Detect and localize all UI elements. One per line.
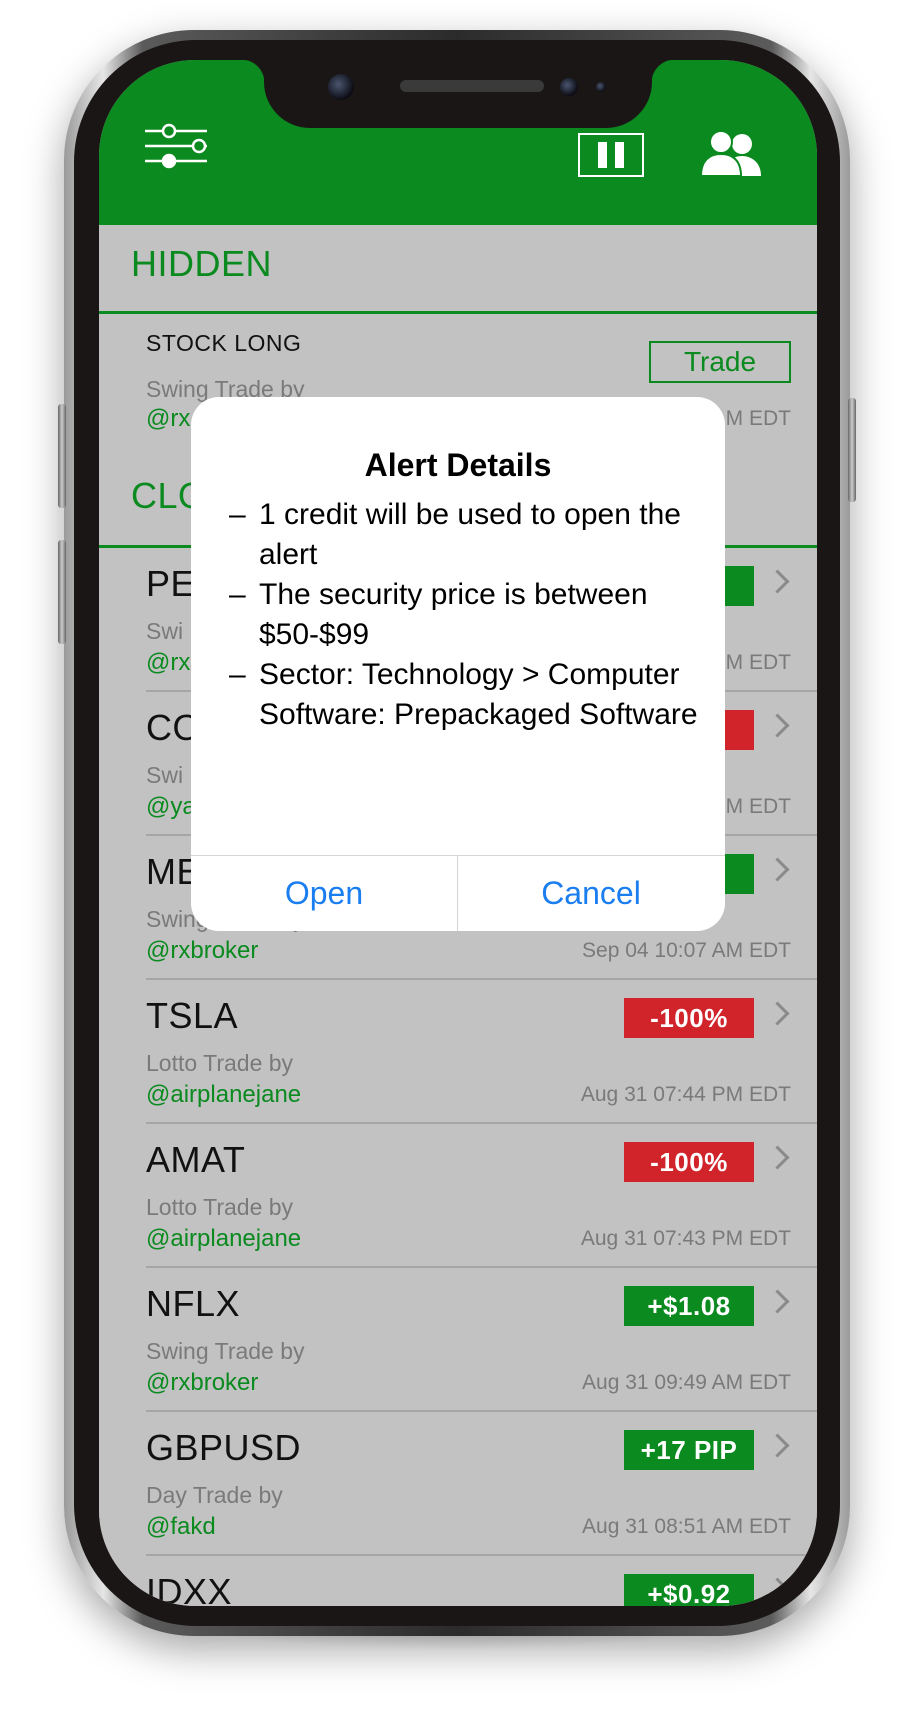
performance-badge: +$0.92 — [624, 1574, 754, 1606]
users-icon[interactable] — [699, 130, 765, 178]
alert-details-dialog: Alert Details 1 credit will be used to o… — [191, 397, 725, 931]
dialog-detail-item: 1 credit will be used to open the alert — [229, 495, 699, 575]
trade-by-label: Swi — [146, 618, 184, 644]
trade-by-label: Day Trade by — [146, 1482, 283, 1508]
cancel-button[interactable]: Cancel — [458, 856, 724, 931]
performance-badge: +$1.08 — [624, 1286, 754, 1326]
speaker-grille — [400, 80, 544, 92]
ticker-symbol: GBPUSD — [146, 1427, 302, 1468]
alert-date: Aug 31 07:44 PM EDT — [580, 1083, 791, 1106]
trade-by-label: Swi — [146, 762, 184, 788]
author-handle[interactable]: @ya — [146, 793, 196, 821]
performance-badge: -100% — [624, 1142, 754, 1182]
author-handle[interactable]: @airplanejane — [146, 1081, 301, 1109]
alert-row[interactable]: GBPUSD +17 PIP Day Trade by @fakd Aug 31 08:… — [99, 1412, 817, 1556]
alert-date: Sep 04 10:07 AM EDT — [582, 939, 791, 962]
author-handle[interactable]: @rxbroker — [146, 937, 258, 965]
open-button[interactable]: Open — [191, 856, 457, 931]
alert-date: Aug 31 08:51 AM EDT — [582, 1515, 791, 1538]
trade-by-label: Lotto Trade by — [146, 1194, 294, 1220]
chevron-right-icon — [765, 1289, 790, 1314]
sensor — [560, 78, 578, 96]
mute-switch — [58, 404, 66, 508]
performance-badge: -100% — [624, 998, 754, 1038]
author-handle[interactable]: @airplanejane — [146, 1225, 301, 1253]
chevron-right-icon — [765, 713, 790, 738]
alert-date: Aug 31 07:43 PM EDT — [580, 1227, 791, 1250]
screen: HIDDEN STOCK LONG Trade Swing Trade by @… — [99, 60, 817, 1606]
alert-date: M EDT — [725, 795, 791, 818]
chevron-right-icon — [765, 857, 790, 882]
alert-date: M EDT — [725, 407, 791, 430]
alert-date: M EDT — [725, 651, 791, 674]
dialog-detail-item: The security price is between $50-$99 — [229, 575, 699, 655]
ticker-symbol: NFLX — [146, 1283, 241, 1324]
alert-row[interactable]: AMAT -100% Lotto Trade by @airplanejane Aug … — [99, 1124, 817, 1268]
power-button — [848, 398, 856, 502]
chevron-right-icon — [765, 1433, 790, 1458]
chevron-right-icon — [765, 1577, 790, 1602]
author-handle[interactable]: @rx — [146, 405, 190, 433]
author-handle[interactable]: @rxbroker — [146, 1369, 258, 1397]
ticker-symbol: IDXX — [146, 1571, 233, 1606]
hidden-section-header: HIDDEN — [99, 225, 817, 314]
alert-type-label: STOCK LONG — [146, 330, 302, 356]
sensor-dot — [596, 82, 606, 92]
dialog-actions: Open Cancel — [191, 855, 725, 931]
notch — [241, 60, 675, 128]
pause-icon[interactable] — [578, 133, 644, 177]
volume-button — [58, 540, 66, 644]
dialog-detail-item: Sector: Technology > Computer Software: … — [229, 655, 699, 735]
dialog-details-list: 1 credit will be used to open the alert … — [229, 495, 699, 735]
ticker-symbol: TSLA — [146, 995, 239, 1036]
author-handle[interactable]: @rx — [146, 649, 190, 677]
alert-row[interactable]: IDXX +$0.92 — [99, 1556, 817, 1606]
alert-row[interactable]: NFLX +$1.08 Swing Trade by @rxbroker Aug 31 … — [99, 1268, 817, 1412]
trade-button[interactable]: Trade — [649, 341, 791, 383]
performance-badge: +17 PIP — [624, 1430, 754, 1470]
chevron-right-icon — [765, 1001, 790, 1026]
sliders-icon[interactable] — [143, 123, 209, 169]
dialog-title: Alert Details — [364, 447, 552, 483]
ticker-symbol: PE — [146, 563, 196, 604]
front-camera — [328, 74, 354, 100]
section-title: HIDDEN — [131, 243, 273, 284]
alert-row[interactable]: TSLA -100% Lotto Trade by @airplanejane Aug … — [99, 980, 817, 1124]
author-handle[interactable]: @fakd — [146, 1513, 216, 1541]
trade-by-label: Lotto Trade by — [146, 1050, 294, 1076]
trade-by-label: Swing Trade by — [146, 1338, 305, 1364]
alert-date: Aug 31 09:49 AM EDT — [582, 1371, 791, 1394]
chevron-right-icon — [765, 569, 790, 594]
ticker-symbol: AMAT — [146, 1139, 246, 1180]
chevron-right-icon — [765, 1145, 790, 1170]
